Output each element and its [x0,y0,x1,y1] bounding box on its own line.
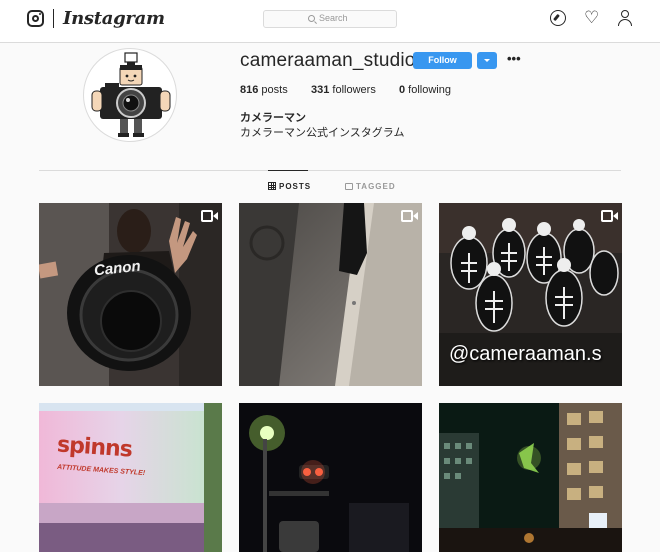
posts-stat-label: posts [258,84,288,96]
post-image [39,203,222,386]
posts-stat: 816 posts [240,84,288,96]
followers-stat-label: followers [329,84,376,96]
post-image [439,403,622,552]
tab-tagged[interactable]: TAGGED [345,182,396,191]
nav-divider [53,9,54,28]
profile-full-name: カメラーマン [240,112,306,124]
tag-icon [345,183,353,190]
tab-tagged-label: TAGGED [356,182,396,191]
post-overlay-text: spinns [56,432,133,463]
active-tab-indicator [268,170,308,171]
grid-icon [268,182,276,190]
heart-icon[interactable]: ♡ [584,9,600,26]
search-placeholder: Search [319,13,348,23]
more-options-button[interactable]: ••• [507,52,521,66]
post-overlay-text: @cameraaman.s [449,343,602,365]
post-image [39,403,222,552]
post-thumbnail[interactable] [439,403,622,552]
search-input[interactable]: Search [263,10,397,28]
post-image [239,403,422,552]
search-icon [308,15,315,22]
post-image [239,203,422,386]
user-icon[interactable] [617,10,633,26]
video-icon [401,210,418,224]
top-nav: Instagram Search ♡ [0,0,660,43]
profile-username: cameraaman_studio [240,50,416,71]
following-stat-label: following [405,84,451,96]
followers-stat[interactable]: 331 followers [311,84,376,96]
post-thumbnail[interactable] [239,203,422,386]
tab-posts[interactable]: POSTS [268,182,311,191]
post-thumbnail[interactable]: Canon [39,203,222,386]
instagram-logo-icon[interactable] [27,10,44,27]
following-stat[interactable]: 0 following [399,84,451,96]
post-thumbnail[interactable] [239,403,422,552]
avatar[interactable] [83,48,177,142]
followers-count: 331 [311,84,330,96]
posts-count: 816 [240,84,259,96]
video-icon [601,210,618,224]
compass-icon[interactable] [550,10,566,26]
camera-mascot-icon [91,52,171,137]
instagram-wordmark[interactable]: Instagram [63,8,165,29]
profile-bio: カメラーマン公式インスタグラム [240,127,405,139]
post-thumbnail[interactable]: spinns ATTITUDE MAKES STYLE! [39,403,222,552]
suggestions-dropdown-button[interactable] [477,52,497,69]
video-icon [201,210,218,224]
follow-button[interactable]: Follow [413,52,472,69]
tabs-divider [39,170,621,171]
post-thumbnail[interactable]: @cameraaman.s [439,203,622,386]
tab-posts-label: POSTS [279,182,312,191]
